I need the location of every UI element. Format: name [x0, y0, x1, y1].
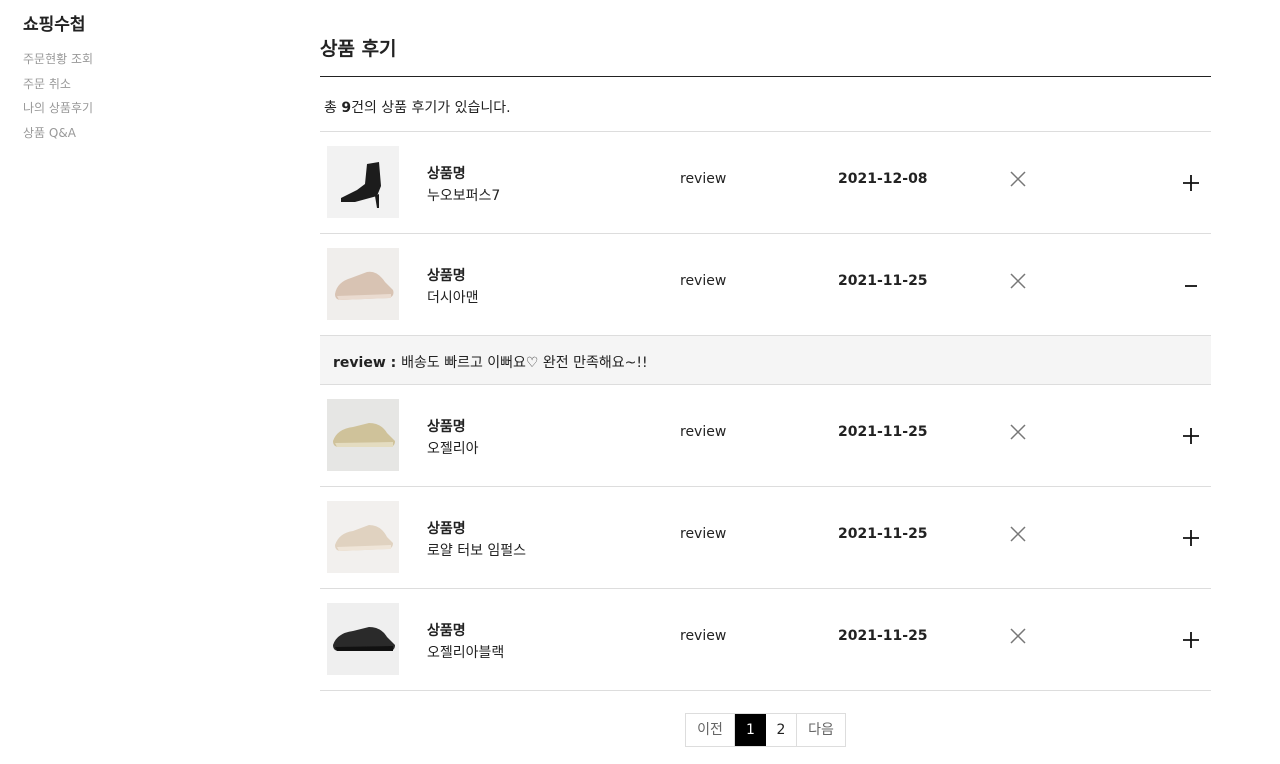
delete-icon[interactable]	[1008, 524, 1028, 544]
review-date: 2021-11-25	[838, 424, 928, 440]
review-date: 2021-11-25	[838, 628, 928, 644]
sidebar-item-order-status[interactable]: 주문현황 조회	[23, 47, 223, 72]
product-thumbnail[interactable]	[327, 399, 399, 471]
summary-suffix: 건의 상품 후기가 있습니다.	[351, 100, 511, 116]
summary-prefix: 총	[324, 100, 342, 116]
product-name-label: 상품명	[427, 419, 466, 435]
review-link[interactable]: review	[680, 628, 726, 644]
review-detail-text: review : 배송도 빠르고 이뻐요♡ 완전 만족해요~!!	[333, 352, 648, 372]
review-detail: review : 배송도 빠르고 이뻐요♡ 완전 만족해요~!!	[320, 336, 1211, 385]
expand-icon[interactable]	[1180, 172, 1202, 194]
pagination: 이전 1 2 다음	[685, 713, 846, 747]
review-row: 상품명오젤리아 review 2021-11-25	[320, 385, 1211, 487]
expand-icon[interactable]	[1180, 425, 1202, 447]
prev-page-button[interactable]: 이전	[686, 714, 735, 746]
product-name-label: 상품명	[427, 521, 466, 537]
page-title: 상품 후기	[320, 38, 397, 60]
review-summary: 총 9건의 상품 후기가 있습니다.	[324, 97, 511, 117]
product-name-label: 상품명	[427, 166, 466, 182]
product-name[interactable]: 더시아맨	[427, 287, 479, 307]
review-list: 상품명 누오보퍼스7 review 2021-12-08 상품명 더시아맨 review 20…	[320, 132, 1211, 691]
product-thumbnail[interactable]	[327, 501, 399, 573]
review-link[interactable]: review	[680, 526, 726, 542]
review-date: 2021-11-25	[838, 526, 928, 542]
page-2-button[interactable]: 2	[766, 714, 797, 746]
review-detail-content: 배송도 빠르고 이뻐요♡ 완전 만족해요~!!	[401, 355, 648, 371]
review-row: 상품명더시아맨 review 2021-11-25	[320, 234, 1211, 336]
title-divider	[320, 76, 1211, 77]
review-date: 2021-12-08	[838, 171, 928, 187]
summary-count: 9	[341, 100, 352, 116]
sidebar: 쇼핑수첩 주문현황 조회 주문 취소 나의 상품후기 상품 Q&A	[23, 10, 223, 145]
review-row: 상품명누오보퍼스7 review 2021-12-08	[320, 132, 1211, 234]
sidebar-item-order-cancel[interactable]: 주문 취소	[23, 72, 223, 97]
sidebar-title: 쇼핑수첩	[23, 15, 86, 35]
delete-icon[interactable]	[1008, 626, 1028, 646]
sidebar-item-product-qna[interactable]: 상품 Q&A	[23, 121, 223, 146]
review-date: 2021-11-25	[838, 273, 928, 289]
product-name[interactable]: 오젤리아	[427, 438, 479, 458]
product-name[interactable]: 누오보퍼스7	[427, 185, 500, 205]
delete-icon[interactable]	[1008, 169, 1028, 189]
review-row: 상품명로얄 터보 임펄스 review 2021-11-25	[320, 487, 1211, 589]
product-name[interactable]: 로얄 터보 임펄스	[427, 540, 526, 560]
expand-icon[interactable]	[1180, 527, 1202, 549]
delete-icon[interactable]	[1008, 271, 1028, 291]
product-thumbnail[interactable]	[327, 603, 399, 675]
next-page-button[interactable]: 다음	[797, 714, 845, 746]
collapse-icon[interactable]	[1180, 274, 1202, 296]
review-link[interactable]: review	[680, 424, 726, 440]
expand-icon[interactable]	[1180, 629, 1202, 651]
sidebar-item-my-reviews[interactable]: 나의 상품후기	[23, 96, 223, 121]
page-1-button[interactable]: 1	[735, 714, 766, 746]
product-name-label: 상품명	[427, 623, 466, 639]
review-link[interactable]: review	[680, 273, 726, 289]
product-name[interactable]: 오젤리아블랙	[427, 642, 504, 662]
review-detail-label: review :	[333, 355, 402, 371]
product-name-label: 상품명	[427, 268, 466, 284]
product-thumbnail[interactable]	[327, 146, 399, 218]
delete-icon[interactable]	[1008, 422, 1028, 442]
review-row: 상품명오젤리아블랙 review 2021-11-25	[320, 589, 1211, 691]
review-link[interactable]: review	[680, 171, 726, 187]
product-thumbnail[interactable]	[327, 248, 399, 320]
